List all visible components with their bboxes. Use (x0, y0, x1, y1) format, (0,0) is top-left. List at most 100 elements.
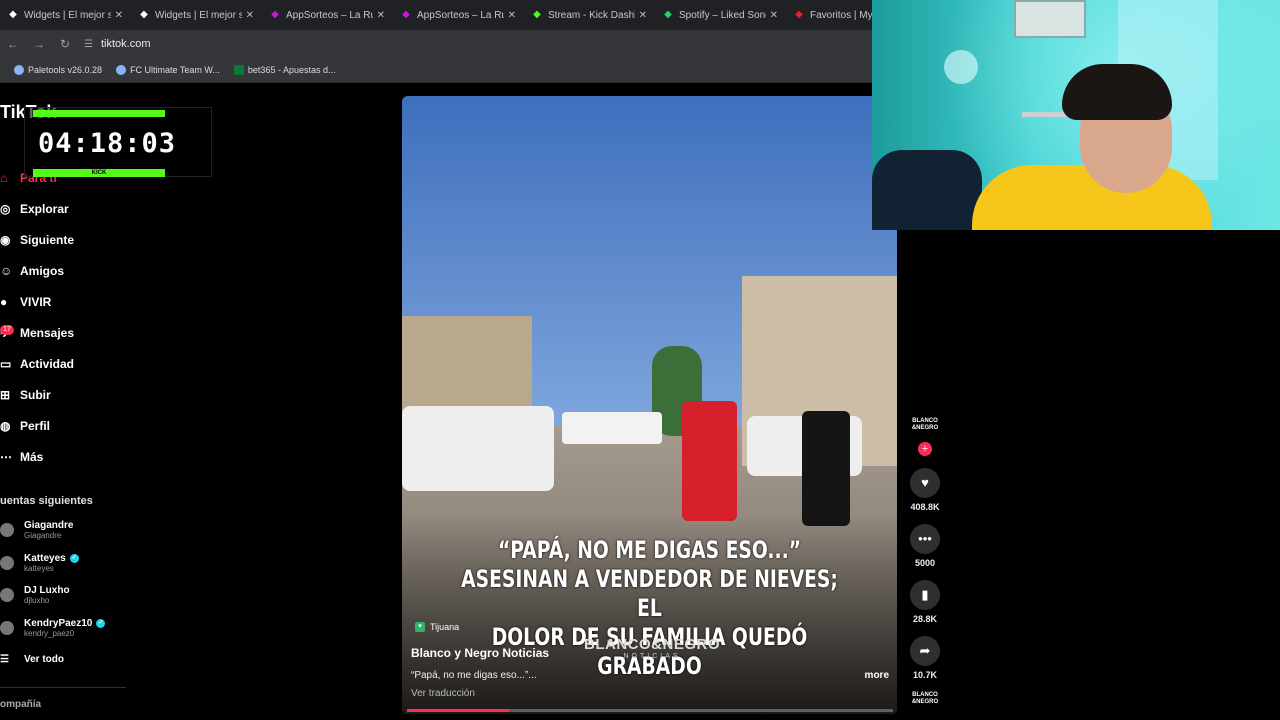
browser-tab[interactable]: ◆ Widgets | El mejor sof ✕ (131, 0, 262, 30)
comment-icon[interactable]: ••• (910, 524, 940, 554)
compass-icon: ◎ (0, 201, 11, 216)
followed-account[interactable]: Katteyes ✓ katteyes (0, 553, 79, 573)
channel-avatar[interactable]: BLANCO &NEGRO (911, 418, 939, 438)
video-author[interactable]: Blanco y Negro Noticias (411, 646, 549, 660)
followed-account[interactable]: DJ Luxho djluxho (0, 585, 70, 605)
nav-item-label: Siguiente (20, 232, 75, 247)
nav-item-label: Amigos (20, 263, 65, 278)
bookmark-fc-ultimate-team[interactable]: FC Ultimate Team W... (116, 65, 220, 75)
display-name-text: DJ Luxho (24, 585, 70, 596)
like-count: 408.8K (910, 502, 940, 512)
webcam-air-conditioner (1014, 0, 1086, 38)
account-display-name: Katteyes ✓ (24, 553, 79, 564)
nav-item-siguiente[interactable]: ◉ Siguiente (0, 224, 74, 255)
friends-icon: ☺ (0, 263, 13, 278)
url-field[interactable]: ☰ tiktok.com (84, 38, 150, 50)
browser-tab[interactable]: ◆ Spotify – Liked Songs ✕ (655, 0, 786, 30)
webcam-wall-clock (944, 50, 978, 84)
browser-tab[interactable]: ◆ AppSorteos – La Rule ✕ (393, 0, 524, 30)
nav-item-vivir[interactable]: ● VIVIR (0, 286, 74, 317)
see-all-link[interactable]: ☰ Ver todo (0, 654, 64, 665)
appsorteos-icon: ◆ (271, 9, 279, 20)
account-display-name: KendryPaez10 ✓ (24, 618, 106, 629)
see-all-label: Ver todo (24, 654, 65, 665)
following-icon: ◉ (0, 232, 11, 247)
account-display-name: Giagandre (24, 520, 73, 531)
video-brand-watermark: BLANCO&NEGRO (584, 636, 720, 653)
tab-title: AppSorteos – La Rule (417, 9, 504, 21)
nav-item-perfil[interactable]: ◍ Perfil (0, 410, 74, 441)
nav-item-explorar[interactable]: ◎ Explorar (0, 193, 74, 224)
video-person-red (682, 401, 737, 521)
nav-item-más[interactable]: ⋯ Más (0, 441, 74, 472)
close-tab-icon[interactable]: ✕ (508, 10, 516, 21)
timer-bar-top (33, 110, 165, 117)
nav-item-label: Perfil (20, 418, 51, 433)
like-action[interactable]: ♥ 408.8K (904, 468, 946, 512)
share-action[interactable]: ➦ 10.7K (904, 636, 946, 680)
bookmark-paletools[interactable]: Paletools v26.0.28 (14, 65, 102, 75)
following-accounts-heading: uentas siguientes (0, 495, 93, 507)
location-tag[interactable]: ▾ Tijuana (415, 622, 459, 632)
bookmarks-bar: Paletools v26.0.28 FC Ultimate Team W...… (0, 58, 872, 83)
browser-tab[interactable]: ◆ Widgets | El mejor sof ✕ (0, 0, 131, 30)
bookmark-bet365[interactable]: bet365 - Apuestas d... (233, 65, 335, 75)
account-display-name: DJ Luxho (24, 585, 70, 596)
webcam-gaming-chair (872, 150, 982, 230)
back-icon[interactable]: ← (0, 37, 26, 51)
nav-item-subir[interactable]: ⊞ Subir (0, 379, 74, 410)
video-player[interactable]: “PAPÁ, NO ME DIGAS ESO...” ASESINAN A VE… (402, 96, 897, 714)
screen: ◆ Widgets | El mejor sof ✕ ◆ Widgets | El me… (0, 0, 1280, 720)
company-link[interactable]: ompañía (0, 699, 41, 710)
bet365-icon (233, 65, 244, 75)
close-tab-icon[interactable]: ✕ (639, 10, 647, 21)
tab-title: Widgets | El mejor sof (24, 9, 111, 21)
url-text: tiktok.com (100, 38, 151, 50)
activity-icon: ▭ (0, 356, 12, 371)
location-icon: ▾ (415, 622, 425, 632)
browser-tab[interactable]: ◆Favoritos | Myins✕ (786, 0, 872, 30)
save-action[interactable]: ▮ 28.8K (904, 580, 946, 624)
browser-tab[interactable]: ◆ Stream - Kick Dashbo ✕ (524, 0, 655, 30)
nav-item-amigos[interactable]: ☺ Amigos (0, 255, 74, 286)
video-police-truck (562, 412, 662, 444)
bookmark-icon[interactable]: ▮ (910, 580, 940, 610)
nav-item-actividad[interactable]: ▭ Actividad (0, 348, 74, 379)
follow-plus-icon[interactable]: + (918, 442, 932, 456)
tab-title: Spotify – Liked Songs (679, 9, 766, 21)
nav-item-label: VIVIR (20, 294, 52, 309)
followed-account[interactable]: Giagandre Giagandre (0, 520, 73, 540)
close-tab-icon[interactable]: ✕ (770, 10, 778, 21)
address-bar: ← → ↻ ☰ tiktok.com (0, 30, 872, 58)
browser-tab[interactable]: ◆ AppSorteos – La Rule ✕ (262, 0, 393, 30)
close-tab-icon[interactable]: ✕ (377, 10, 385, 21)
tab-title: Widgets | El mejor sof (155, 9, 242, 21)
browser-tab-bar: ◆ Widgets | El mejor sof ✕ ◆ Widgets | El me… (0, 0, 872, 30)
reload-icon[interactable]: ↻ (52, 37, 78, 51)
avatar (0, 523, 14, 537)
heart-icon[interactable]: ♥ (910, 468, 940, 498)
share-icon[interactable]: ➦ (910, 636, 940, 666)
bookmark-icon (14, 65, 24, 75)
tab-title: AppSorteos – La Rule (286, 9, 373, 21)
more-icon: ⋯ (0, 449, 12, 464)
home-icon: ⌂ (0, 170, 8, 185)
avatar (0, 555, 14, 570)
stream-timer-widget: 04:18:03 KICK (24, 107, 212, 177)
see-translation-link[interactable]: Ver traducción (411, 688, 475, 699)
avatar (0, 620, 14, 635)
caption-more-button[interactable]: more (865, 670, 889, 681)
close-tab-icon[interactable]: ✕ (115, 10, 123, 21)
comment-action[interactable]: ••• 5000 (904, 524, 946, 568)
followed-account[interactable]: KendryPaez10 ✓ kendry_paez0 (0, 618, 106, 638)
live-icon: ● (0, 294, 8, 309)
music-disc-avatar[interactable]: BLANCO &NEGRO (911, 692, 939, 706)
widgets-icon: ◆ (9, 9, 17, 20)
video-progress-bar[interactable] (407, 709, 893, 712)
forward-icon[interactable]: → (26, 37, 52, 51)
site-settings-icon[interactable]: ☰ (84, 39, 93, 50)
verified-icon: ✓ (69, 553, 79, 563)
close-tab-icon[interactable]: ✕ (246, 10, 254, 21)
nav-item-label: Más (20, 449, 44, 464)
timer-kick-label: KICK (33, 169, 165, 177)
